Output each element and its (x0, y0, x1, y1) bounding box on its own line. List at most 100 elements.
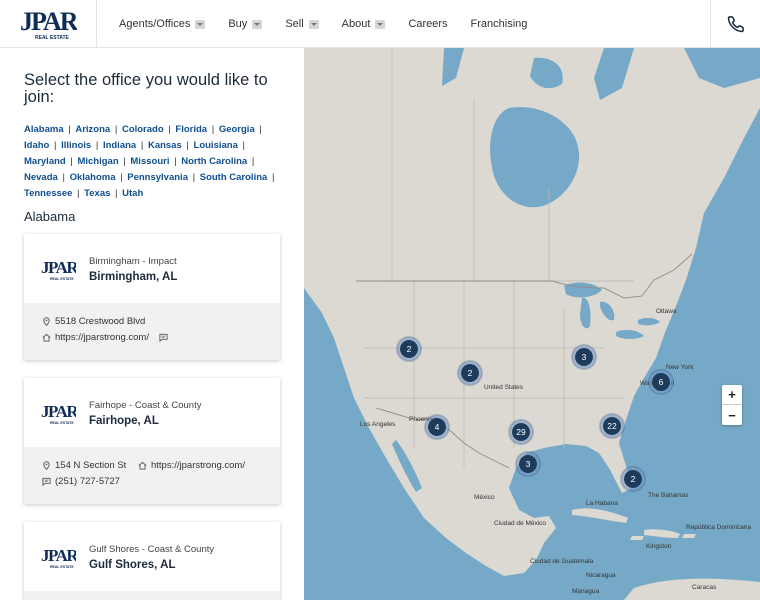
zoom-in-button[interactable]: + (722, 385, 742, 405)
state-separator: | (123, 156, 126, 167)
jpar-logo: JPAR REAL ESTATE (41, 402, 76, 425)
map-label-kingston: Kingston (646, 543, 672, 550)
state-link-illinois[interactable]: Illinois (61, 140, 91, 151)
nav-item-label: Agents/Offices (119, 18, 191, 30)
location-pin-icon (43, 317, 50, 326)
map-label-mexico: México (474, 494, 495, 501)
state-link-colorado[interactable]: Colorado (122, 124, 164, 135)
nav-item-careers[interactable]: Careers (408, 18, 447, 30)
state-link-arizona[interactable]: Arizona (75, 124, 110, 135)
map-cluster-marker[interactable]: 6 (649, 370, 673, 394)
office-city[interactable]: Gulf Shores, AL (89, 559, 175, 571)
office-city[interactable]: Birmingham, AL (89, 271, 177, 283)
state-separator: | (77, 188, 80, 199)
website-link[interactable]: https://jparstrong.com/ (151, 460, 245, 471)
nav-item-about[interactable]: About (342, 18, 386, 30)
state-link-utah[interactable]: Utah (122, 188, 143, 199)
office-list-panel[interactable]: Select the office you would like to join… (0, 48, 304, 600)
office-city[interactable]: Fairhope, AL (89, 415, 159, 427)
state-link-kansas[interactable]: Kansas (148, 140, 182, 151)
map-cluster-marker[interactable]: 3 (572, 345, 596, 369)
jpar-logo[interactable]: JPAR REAL ESTATE (19, 6, 77, 42)
zoom-out-button[interactable]: − (722, 405, 742, 425)
map-label-united-states: United States (484, 384, 524, 391)
home-icon (42, 333, 51, 342)
office-name: Fairhope - Coast & County (89, 400, 202, 411)
state-separator: | (53, 140, 57, 151)
state-link-texas[interactable]: Texas (84, 188, 110, 199)
map-label-los-angeles: Los Angeles (360, 421, 396, 428)
map-cluster-marker[interactable]: 3 (516, 452, 540, 476)
state-link-pennsylvania[interactable]: Pennsylvania (127, 172, 188, 183)
state-separator: | (115, 188, 118, 199)
state-link-nevada[interactable]: Nevada (24, 172, 58, 183)
state-link-north-carolina[interactable]: North Carolina (181, 156, 247, 167)
svg-text:JPAR: JPAR (41, 546, 76, 565)
svg-text:REAL ESTATE: REAL ESTATE (50, 277, 74, 281)
chevron-down-icon (308, 19, 319, 29)
state-link-missouri[interactable]: Missouri (130, 156, 169, 167)
office-website[interactable]: https://jparstrong.com/ (42, 332, 172, 343)
state-link-maryland[interactable]: Maryland (24, 156, 66, 167)
chevron-down-icon (375, 19, 386, 29)
map-cluster-marker[interactable]: 4 (425, 415, 449, 439)
state-link-georgia[interactable]: Georgia (219, 124, 255, 135)
map-cluster-marker[interactable]: 29 (509, 420, 533, 444)
nav-item-sell[interactable]: Sell (285, 18, 319, 30)
map-label-nicaragua: Nicaragua (586, 572, 616, 579)
nav-item-franchising[interactable]: Franchising (471, 18, 528, 30)
state-link-oklahoma[interactable]: Oklahoma (70, 172, 116, 183)
svg-text:REAL ESTATE: REAL ESTATE (35, 35, 70, 41)
phone-icon[interactable] (727, 15, 745, 33)
nav-item-label: About (341, 18, 371, 30)
state-link-indiana[interactable]: Indiana (103, 140, 136, 151)
message-icon[interactable] (159, 333, 168, 342)
svg-text:JPAR: JPAR (20, 7, 77, 36)
website-link[interactable]: https://jparstrong.com/ (55, 332, 149, 343)
location-pin-icon (43, 461, 50, 470)
state-separator: | (168, 124, 171, 135)
state-link-south-carolina[interactable]: South Carolina (200, 172, 268, 183)
state-separator: | (95, 140, 99, 151)
nav-item-label: Careers (408, 18, 448, 30)
state-link-idaho[interactable]: Idaho (24, 140, 49, 151)
office-website[interactable]: https://jparstrong.com/ (138, 460, 245, 471)
home-icon (138, 461, 147, 470)
state-separator: | (140, 140, 144, 151)
map-cluster-marker[interactable]: 2 (621, 467, 645, 491)
state-link-florida[interactable]: Florida (175, 124, 207, 135)
office-card[interactable]: JPAR REAL ESTATE Gulf Shores - Coast & C… (24, 522, 280, 600)
map-cluster-marker[interactable]: 2 (397, 337, 421, 361)
map-cluster-marker[interactable]: 22 (600, 414, 624, 438)
state-section-title: Alabama (24, 209, 76, 224)
nav-item-label: Sell (285, 18, 304, 30)
page-heading: Select the office you would like to join… (24, 71, 268, 106)
state-link-tennessee[interactable]: Tennessee (24, 188, 72, 199)
state-link-louisiana[interactable]: Louisiana (194, 140, 238, 151)
map-label-ciudad-de-mexico: Ciudad de México (494, 520, 547, 527)
map-label-ciudad-de-guatemala: Ciudad de Guatemala (530, 558, 594, 565)
map-tiles[interactable] (304, 48, 760, 600)
phone-number[interactable]: (251) 727-5727 (55, 476, 120, 487)
state-separator: | (174, 156, 177, 167)
jpar-logo: JPAR REAL ESTATE (41, 546, 76, 569)
map-label-new-york: New York (666, 364, 694, 371)
nav-item-buy[interactable]: Buy (228, 18, 263, 30)
map-cluster-marker[interactable]: 2 (458, 361, 482, 385)
state-link-michigan[interactable]: Michigan (77, 156, 118, 167)
state-link-alabama[interactable]: Alabama (24, 124, 64, 135)
state-separator: | (68, 124, 71, 135)
office-card[interactable]: JPAR REAL ESTATE Birmingham - Impact Bir… (24, 234, 280, 360)
nav-item-agents-offices[interactable]: Agents/Offices (119, 18, 206, 30)
office-map[interactable]: Ottawa New York Washington United States… (304, 48, 760, 600)
chevron-down-icon (252, 19, 263, 29)
state-separator: | (120, 172, 123, 183)
message-icon (42, 477, 51, 486)
map-label-republica-dominicana: República Dominicana (686, 524, 752, 531)
header-divider (710, 0, 711, 48)
main-nav: Agents/Offices Buy Sell About Careers Franchi… (119, 0, 550, 48)
office-card[interactable]: JPAR REAL ESTATE Fairhope - Coast & Coun… (24, 378, 280, 504)
office-name: Gulf Shores - Coast & County (89, 544, 215, 555)
office-phone[interactable]: (251) 727-5727 (42, 476, 120, 487)
nav-item-label: Franchising (470, 18, 528, 30)
